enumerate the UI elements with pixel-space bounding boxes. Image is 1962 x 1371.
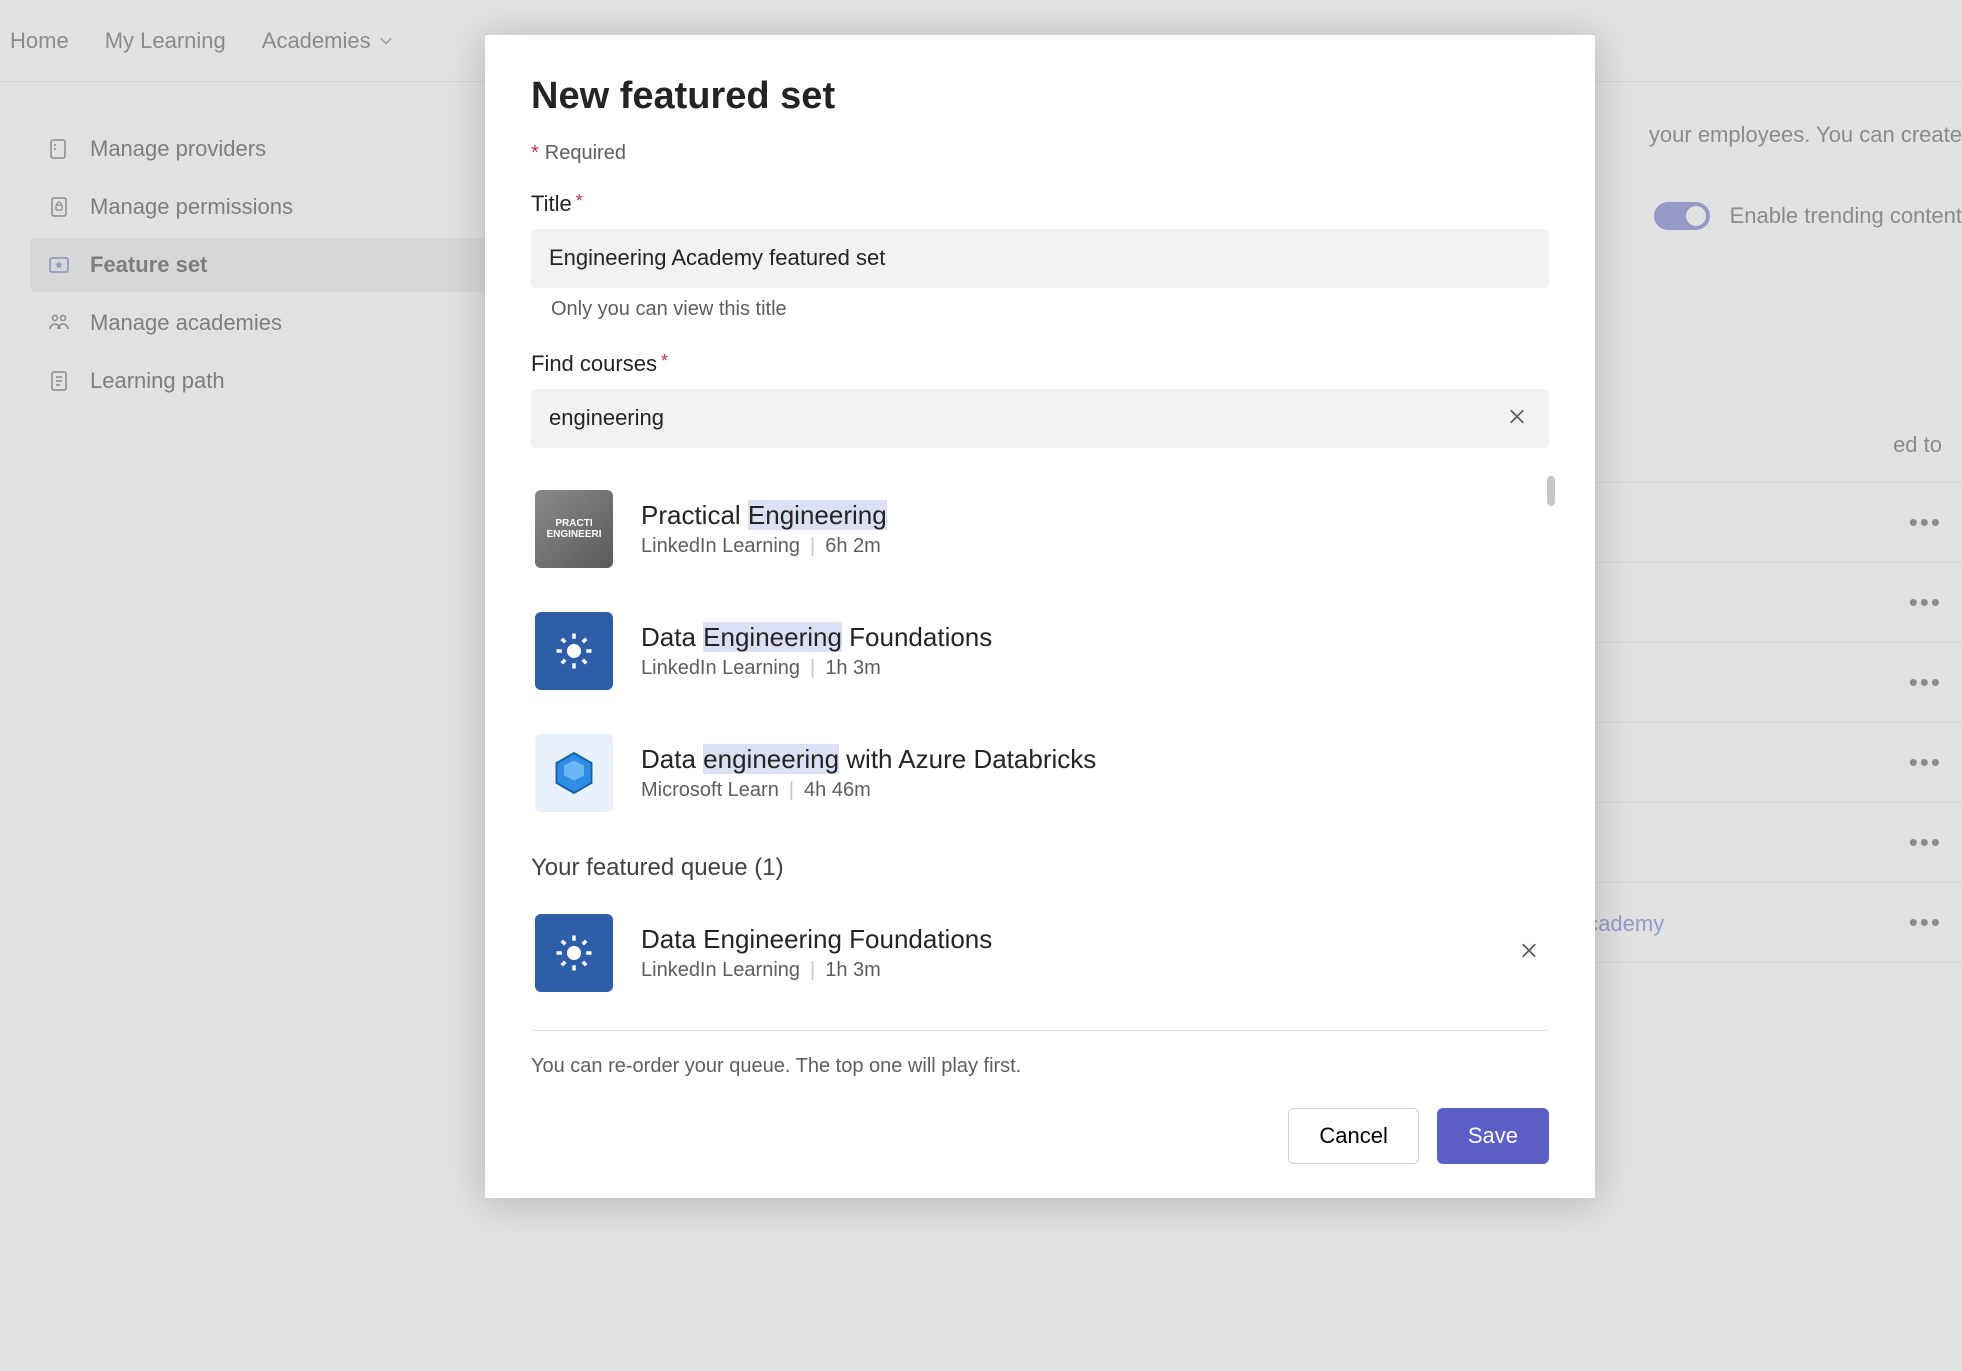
modal-title: New featured set: [531, 75, 1549, 118]
course-thumbnail: [535, 734, 613, 812]
title-hint: Only you can view this title: [551, 298, 1549, 321]
queue-heading: Your featured queue (1): [531, 854, 1549, 882]
course-meta: LinkedIn Learning|6h 2m: [641, 535, 887, 558]
queue-item[interactable]: Data Engineering Foundations LinkedIn Le…: [531, 892, 1549, 1014]
search-results: PRACTI ENGINEERI Practical Engineering L…: [531, 468, 1549, 834]
title-input[interactable]: [531, 229, 1549, 288]
close-icon: [1507, 406, 1527, 426]
title-label: Title*: [531, 191, 589, 217]
course-thumbnail: [535, 914, 613, 992]
scrollbar-thumb[interactable]: [1547, 476, 1555, 506]
find-courses-label: Find courses*: [531, 351, 674, 377]
required-star-icon: *: [576, 191, 583, 211]
hexagon-stack-icon: [549, 748, 599, 798]
course-title: Data Engineering Foundations: [641, 622, 992, 653]
course-thumbnail: PRACTI ENGINEERI: [535, 490, 613, 568]
course-thumbnail: [535, 612, 613, 690]
gear-icon: [553, 932, 595, 974]
course-title: Practical Engineering: [641, 500, 887, 531]
save-button[interactable]: Save: [1437, 1108, 1549, 1164]
divider: [531, 1030, 1549, 1031]
remove-queue-item-button[interactable]: [1519, 941, 1539, 966]
reorder-note: You can re-order your queue. The top one…: [531, 1055, 1549, 1078]
clear-search-button[interactable]: [1507, 406, 1527, 431]
close-icon: [1519, 941, 1539, 961]
cancel-button[interactable]: Cancel: [1288, 1108, 1418, 1164]
required-star-icon: *: [531, 142, 539, 164]
course-title: Data engineering with Azure Databricks: [641, 744, 1096, 775]
required-note: *Required: [531, 142, 1549, 165]
search-result-item[interactable]: PRACTI ENGINEERI Practical Engineering L…: [531, 468, 1539, 590]
course-title: Data Engineering Foundations: [641, 924, 992, 955]
find-courses-input[interactable]: [531, 389, 1549, 448]
gear-icon: [553, 630, 595, 672]
course-meta: Microsoft Learn|4h 46m: [641, 779, 1096, 802]
course-meta: LinkedIn Learning|1h 3m: [641, 959, 992, 982]
search-result-item[interactable]: Data Engineering Foundations LinkedIn Le…: [531, 590, 1539, 712]
search-result-item[interactable]: Data engineering with Azure Databricks M…: [531, 712, 1539, 834]
course-meta: LinkedIn Learning|1h 3m: [641, 657, 992, 680]
required-star-icon: *: [661, 351, 668, 371]
new-featured-set-modal: New featured set *Required Title* Only y…: [485, 35, 1595, 1198]
